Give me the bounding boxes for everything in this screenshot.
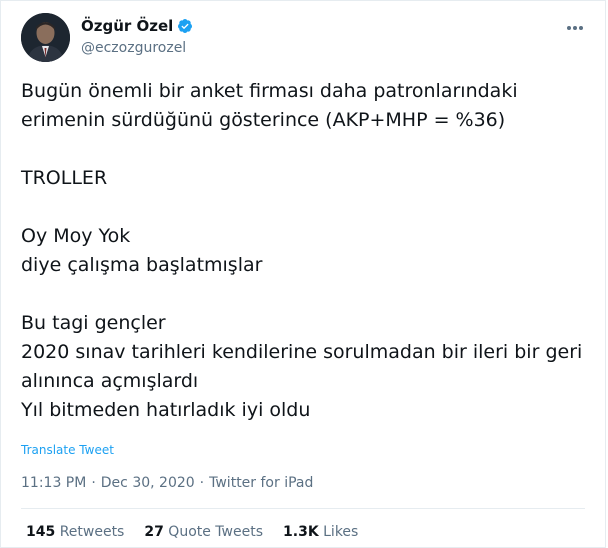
avatar-image <box>21 13 70 62</box>
user-info: Özgür Özel @eczozgurozel <box>81 16 193 58</box>
name-row: Özgür Özel <box>81 16 193 36</box>
quote-tweets-label: Quote Tweets <box>168 524 264 540</box>
tweet-source[interactable]: Twitter for iPad <box>209 473 313 493</box>
tweet-card: Özgür Özel @eczozgurozel Bugün önemli bi… <box>0 0 606 548</box>
divider <box>21 508 585 509</box>
retweets-label: Retweets <box>59 524 125 540</box>
verified-badge-icon <box>177 18 193 34</box>
tweet-text: Bugün önemli bir anket firması daha patr… <box>21 80 583 421</box>
more-dot <box>573 26 577 30</box>
retweets-stat[interactable]: 145 Retweets <box>26 522 124 542</box>
user-handle[interactable]: @eczozgurozel <box>81 38 193 58</box>
more-dot <box>579 26 583 30</box>
display-name[interactable]: Özgür Özel <box>81 16 173 36</box>
tweet-time[interactable]: 11:13 PM <box>21 473 86 493</box>
meta-separator: · <box>199 475 205 491</box>
tweet-header: Özgür Özel @eczozgurozel <box>21 11 587 63</box>
likes-label: Likes <box>323 524 359 540</box>
avatar[interactable] <box>21 13 70 62</box>
quote-tweets-stat[interactable]: 27 Quote Tweets <box>144 522 263 542</box>
likes-count: 1.3K <box>283 524 319 540</box>
more-horizontal-icon[interactable] <box>563 19 587 37</box>
likes-stat[interactable]: 1.3K Likes <box>283 522 358 542</box>
translate-tweet-link[interactable]: Translate Tweet <box>21 443 114 457</box>
more-dot <box>567 26 571 30</box>
meta-separator: · <box>91 475 96 491</box>
tweet-meta: 11:13 PM · Dec 30, 2020 · Twitter for iP… <box>21 473 313 493</box>
tweet-stats: 145 Retweets 27 Quote Tweets 1.3K Likes <box>26 522 358 542</box>
retweets-count: 145 <box>26 524 56 540</box>
quote-tweets-count: 27 <box>144 524 164 540</box>
tweet-date[interactable]: Dec 30, 2020 <box>101 473 195 493</box>
